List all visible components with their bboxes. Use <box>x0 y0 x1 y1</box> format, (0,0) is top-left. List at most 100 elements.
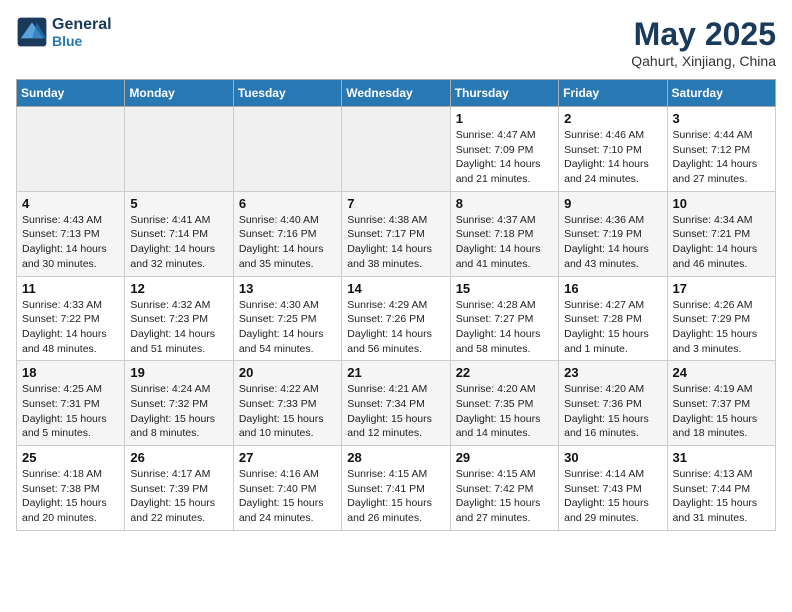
cell-info: Sunrise: 4:33 AMSunset: 7:22 PMDaylight:… <box>22 298 119 357</box>
cell-info: Sunrise: 4:14 AMSunset: 7:43 PMDaylight:… <box>564 467 661 526</box>
calendar-cell: 8Sunrise: 4:37 AMSunset: 7:18 PMDaylight… <box>450 191 558 276</box>
calendar-cell: 9 Sunrise: 4:36 AMSunset: 7:19 PMDaylight… <box>559 191 667 276</box>
month-title: May 2025 <box>631 16 776 53</box>
cell-info: Sunrise: 4:19 AMSunset: 7:37 PMDaylight:… <box>673 382 770 441</box>
col-header-wednesday: Wednesday <box>342 80 450 107</box>
cell-info: Sunrise: 4:17 AMSunset: 7:39 PMDaylight:… <box>130 467 227 526</box>
day-number: 1 <box>456 111 553 126</box>
calendar-cell: 5 Sunrise: 4:41 AMSunset: 7:14 PMDaylight… <box>125 191 233 276</box>
cell-info: Sunrise: 4:15 AMSunset: 7:41 PMDaylight:… <box>347 467 444 526</box>
calendar-cell: 15Sunrise: 4:28 AMSunset: 7:27 PMDayligh… <box>450 276 558 361</box>
calendar-cell: 6 Sunrise: 4:40 AMSunset: 7:16 PMDaylight… <box>233 191 341 276</box>
cell-info: Sunrise: 4:22 AMSunset: 7:33 PMDaylight:… <box>239 382 336 441</box>
calendar-cell: 20 Sunrise: 4:22 AMSunset: 7:33 PMDayligh… <box>233 361 341 446</box>
day-number: 20 <box>239 365 336 380</box>
calendar-cell <box>17 107 125 192</box>
col-header-tuesday: Tuesday <box>233 80 341 107</box>
cell-info: Sunrise: 4:20 AMSunset: 7:35 PMDaylight:… <box>456 382 553 441</box>
calendar-cell: 1 Sunrise: 4:47 AMSunset: 7:09 PMDaylight… <box>450 107 558 192</box>
page-header: General Blue May 2025 Qahurt, Xinjiang, … <box>16 16 776 69</box>
cell-info: Sunrise: 4:40 AMSunset: 7:16 PMDaylight:… <box>239 213 336 272</box>
cell-info: Sunrise: 4:27 AMSunset: 7:28 PMDaylight:… <box>564 298 661 357</box>
day-number: 2 <box>564 111 661 126</box>
day-number: 23 <box>564 365 661 380</box>
day-number: 13 <box>239 281 336 296</box>
cell-info: Sunrise: 4:21 AMSunset: 7:34 PMDaylight:… <box>347 382 444 441</box>
day-number: 30 <box>564 450 661 465</box>
cell-info: Sunrise: 4:46 AMSunset: 7:10 PMDaylight:… <box>564 128 661 187</box>
cell-info: Sunrise: 4:25 AMSunset: 7:31 PMDaylight:… <box>22 382 119 441</box>
calendar-cell: 24 Sunrise: 4:19 AMSunset: 7:37 PMDayligh… <box>667 361 775 446</box>
cell-info: Sunrise: 4:26 AMSunset: 7:29 PMDaylight:… <box>673 298 770 357</box>
day-number: 10 <box>673 196 770 211</box>
calendar-cell: 19Sunrise: 4:24 AMSunset: 7:32 PMDayligh… <box>125 361 233 446</box>
day-number: 28 <box>347 450 444 465</box>
day-number: 25 <box>22 450 119 465</box>
location: Qahurt, Xinjiang, China <box>631 53 776 69</box>
cell-info: Sunrise: 4:18 AMSunset: 7:38 PMDaylight:… <box>22 467 119 526</box>
logo-icon <box>16 16 48 48</box>
cell-info: Sunrise: 4:44 AMSunset: 7:12 PMDaylight:… <box>673 128 770 187</box>
calendar-cell: 12 Sunrise: 4:32 AMSunset: 7:23 PMDayligh… <box>125 276 233 361</box>
calendar-cell: 31 Sunrise: 4:13 AMSunset: 7:44 PMDayligh… <box>667 446 775 531</box>
logo: General Blue <box>16 16 112 49</box>
cell-info: Sunrise: 4:13 AMSunset: 7:44 PMDaylight:… <box>673 467 770 526</box>
calendar-cell: 27 Sunrise: 4:16 AMSunset: 7:40 PMDayligh… <box>233 446 341 531</box>
title-block: May 2025 Qahurt, Xinjiang, China <box>631 16 776 69</box>
calendar-cell: 18 Sunrise: 4:25 AMSunset: 7:31 PMDayligh… <box>17 361 125 446</box>
cell-info: Sunrise: 4:20 AMSunset: 7:36 PMDaylight:… <box>564 382 661 441</box>
calendar-cell <box>233 107 341 192</box>
calendar-cell: 17 Sunrise: 4:26 AMSunset: 7:29 PMDayligh… <box>667 276 775 361</box>
day-number: 14 <box>347 281 444 296</box>
cell-info: Sunrise: 4:38 AMSunset: 7:17 PMDaylight:… <box>347 213 444 272</box>
calendar-cell: 10Sunrise: 4:34 AMSunset: 7:21 PMDayligh… <box>667 191 775 276</box>
header-row: SundayMondayTuesdayWednesdayThursdayFrid… <box>17 80 776 107</box>
cell-info: Sunrise: 4:28 AMSunset: 7:27 PMDaylight:… <box>456 298 553 357</box>
calendar-cell: 23 Sunrise: 4:20 AMSunset: 7:36 PMDayligh… <box>559 361 667 446</box>
calendar-cell: 16 Sunrise: 4:27 AMSunset: 7:28 PMDayligh… <box>559 276 667 361</box>
day-number: 29 <box>456 450 553 465</box>
day-number: 27 <box>239 450 336 465</box>
calendar-cell <box>342 107 450 192</box>
day-number: 24 <box>673 365 770 380</box>
cell-info: Sunrise: 4:32 AMSunset: 7:23 PMDaylight:… <box>130 298 227 357</box>
calendar-cell: 13 Sunrise: 4:30 AMSunset: 7:25 PMDayligh… <box>233 276 341 361</box>
calendar-cell: 28 Sunrise: 4:15 AMSunset: 7:41 PMDayligh… <box>342 446 450 531</box>
calendar-cell: 4 Sunrise: 4:43 AMSunset: 7:13 PMDaylight… <box>17 191 125 276</box>
day-number: 6 <box>239 196 336 211</box>
day-number: 7 <box>347 196 444 211</box>
day-number: 4 <box>22 196 119 211</box>
cell-info: Sunrise: 4:16 AMSunset: 7:40 PMDaylight:… <box>239 467 336 526</box>
cell-info: Sunrise: 4:41 AMSunset: 7:14 PMDaylight:… <box>130 213 227 272</box>
day-number: 18 <box>22 365 119 380</box>
day-number: 12 <box>130 281 227 296</box>
cell-info: Sunrise: 4:29 AMSunset: 7:26 PMDaylight:… <box>347 298 444 357</box>
week-row-3: 11 Sunrise: 4:33 AMSunset: 7:22 PMDayligh… <box>17 276 776 361</box>
logo-text: General Blue <box>52 16 112 49</box>
calendar-cell: 11 Sunrise: 4:33 AMSunset: 7:22 PMDayligh… <box>17 276 125 361</box>
day-number: 9 <box>564 196 661 211</box>
day-number: 3 <box>673 111 770 126</box>
day-number: 31 <box>673 450 770 465</box>
col-header-saturday: Saturday <box>667 80 775 107</box>
day-number: 5 <box>130 196 227 211</box>
week-row-1: 1 Sunrise: 4:47 AMSunset: 7:09 PMDaylight… <box>17 107 776 192</box>
col-header-monday: Monday <box>125 80 233 107</box>
cell-info: Sunrise: 4:36 AMSunset: 7:19 PMDaylight:… <box>564 213 661 272</box>
day-number: 11 <box>22 281 119 296</box>
cell-info: Sunrise: 4:47 AMSunset: 7:09 PMDaylight:… <box>456 128 553 187</box>
cell-info: Sunrise: 4:30 AMSunset: 7:25 PMDaylight:… <box>239 298 336 357</box>
calendar-cell: 25 Sunrise: 4:18 AMSunset: 7:38 PMDayligh… <box>17 446 125 531</box>
calendar-cell: 30 Sunrise: 4:14 AMSunset: 7:43 PMDayligh… <box>559 446 667 531</box>
calendar-cell: 26 Sunrise: 4:17 AMSunset: 7:39 PMDayligh… <box>125 446 233 531</box>
day-number: 17 <box>673 281 770 296</box>
calendar-cell: 29Sunrise: 4:15 AMSunset: 7:42 PMDayligh… <box>450 446 558 531</box>
col-header-thursday: Thursday <box>450 80 558 107</box>
week-row-5: 25 Sunrise: 4:18 AMSunset: 7:38 PMDayligh… <box>17 446 776 531</box>
calendar-table: SundayMondayTuesdayWednesdayThursdayFrid… <box>16 79 776 531</box>
calendar-cell: 14 Sunrise: 4:29 AMSunset: 7:26 PMDayligh… <box>342 276 450 361</box>
cell-info: Sunrise: 4:37 AMSunset: 7:18 PMDaylight:… <box>456 213 553 272</box>
day-number: 26 <box>130 450 227 465</box>
cell-info: Sunrise: 4:43 AMSunset: 7:13 PMDaylight:… <box>22 213 119 272</box>
day-number: 16 <box>564 281 661 296</box>
